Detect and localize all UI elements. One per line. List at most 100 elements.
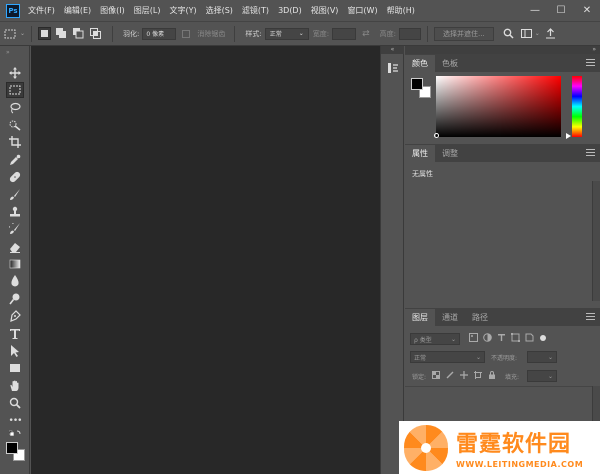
style-select[interactable]: 正常 ⌄ (264, 27, 309, 40)
menu-layer[interactable]: 图层(L) (134, 5, 161, 16)
gradient-tool-icon[interactable] (6, 256, 24, 272)
intersect-selection-icon[interactable] (89, 27, 102, 40)
menu-edit[interactable]: 编辑(E) (64, 5, 91, 16)
lock-all-icon[interactable] (488, 371, 496, 379)
subtract-selection-icon[interactable] (72, 27, 85, 40)
history-brush-tool-icon[interactable] (6, 221, 24, 237)
workspace-icon[interactable] (520, 27, 534, 41)
healing-brush-tool-icon[interactable] (6, 169, 24, 185)
properties-scrollbar[interactable] (592, 181, 600, 301)
watermark-url: WWW.LEITINGMEDIA.COM (456, 460, 584, 469)
toolbar-collapse-icon[interactable]: » (6, 49, 24, 56)
height-input[interactable] (399, 27, 422, 40)
filter-toggle-icon[interactable] (539, 334, 547, 342)
foreground-color-swatch[interactable] (411, 78, 423, 90)
menu-select[interactable]: 选择(S) (206, 5, 233, 16)
blend-mode-value: 正常 (414, 354, 427, 362)
layer-filter-select[interactable]: ρ 类型 ⌄ (410, 333, 460, 345)
style-label: 样式: (245, 29, 262, 38)
quick-selection-tool-icon[interactable] (6, 117, 24, 133)
close-icon[interactable]: ✕ (574, 0, 600, 21)
eyedropper-tool-icon[interactable] (6, 152, 24, 168)
new-selection-icon[interactable] (38, 27, 52, 40)
tab-properties[interactable]: 属性 (405, 145, 435, 162)
width-input[interactable] (332, 27, 357, 40)
tab-paths[interactable]: 路径 (465, 309, 495, 326)
tab-channels[interactable]: 通道 (435, 309, 465, 326)
hue-slider-handle[interactable] (566, 133, 571, 139)
lock-position-icon[interactable] (460, 371, 468, 379)
path-selection-tool-icon[interactable] (6, 343, 24, 359)
rectangle-tool-icon[interactable] (6, 360, 24, 376)
layer-filter-icons (469, 333, 547, 342)
fill-input[interactable]: ⌄ (527, 370, 557, 382)
type-filter-icon[interactable] (497, 333, 506, 342)
tab-layers[interactable]: 图层 (405, 309, 435, 326)
menu-filter[interactable]: 滤镜(T) (242, 5, 269, 16)
minimize-icon[interactable]: — (522, 0, 548, 21)
hue-slider[interactable] (572, 76, 582, 137)
zoom-tool-icon[interactable] (6, 395, 24, 411)
select-and-mask-button[interactable]: 选择并遮住... (434, 26, 494, 41)
lock-pixels-icon[interactable] (446, 371, 454, 379)
eraser-tool-icon[interactable] (6, 239, 24, 255)
menu-view[interactable]: 视图(V) (311, 5, 339, 16)
expand-panels-icon[interactable]: « (381, 46, 404, 54)
lasso-tool-icon[interactable] (6, 100, 24, 116)
feather-input[interactable]: 0 像素 (142, 27, 177, 40)
chevron-down-icon[interactable]: ⌄ (20, 30, 25, 37)
tab-color[interactable]: 颜色 (405, 55, 435, 72)
menu-image[interactable]: 图像(I) (100, 5, 125, 16)
panel-menu-icon[interactable] (586, 59, 595, 66)
shape-filter-icon[interactable] (511, 333, 520, 342)
panel-menu-icon[interactable] (586, 313, 595, 320)
pen-tool-icon[interactable] (6, 308, 24, 324)
crop-tool-icon[interactable] (6, 134, 24, 150)
color-panel-swatches[interactable] (411, 78, 433, 100)
swap-dimensions-icon[interactable]: ⇄ (362, 29, 370, 39)
menu-type[interactable]: 文字(Y) (169, 5, 196, 16)
brush-tool-icon[interactable] (6, 187, 24, 203)
lock-transparency-icon[interactable] (432, 371, 440, 379)
collapse-panels-icon[interactable]: » (592, 46, 596, 53)
window-controls: — ☐ ✕ (522, 0, 600, 21)
collapse-panels-bar[interactable]: » (405, 46, 600, 54)
more-tools-icon[interactable]: ••• (6, 413, 24, 429)
swap-colors-icon[interactable] (6, 429, 24, 439)
menu-3d[interactable]: 3D(D) (278, 6, 302, 15)
maximize-icon[interactable]: ☐ (548, 0, 574, 21)
document-canvas[interactable] (31, 46, 380, 474)
smart-object-filter-icon[interactable] (525, 333, 534, 342)
menu-help[interactable]: 帮助(H) (387, 5, 415, 16)
blur-tool-icon[interactable] (6, 273, 24, 289)
chevron-down-icon[interactable]: ⌄ (535, 30, 540, 37)
lock-artboard-icon[interactable] (474, 371, 482, 379)
pixel-filter-icon[interactable] (469, 333, 478, 342)
tab-adjustments[interactable]: 调整 (435, 145, 465, 162)
tab-swatches[interactable]: 色板 (435, 55, 465, 72)
marquee-preset-icon[interactable] (4, 27, 18, 41)
hand-tool-icon[interactable] (6, 378, 24, 394)
type-tool-icon[interactable] (6, 326, 24, 342)
dodge-tool-icon[interactable] (6, 291, 24, 307)
layers-panel-header: 图层 通道 路径 (405, 308, 600, 326)
menu-file[interactable]: 文件(F) (28, 5, 55, 16)
rectangular-marquee-tool-icon[interactable] (6, 82, 24, 98)
menu-window[interactable]: 窗口(W) (347, 5, 377, 16)
adjustment-filter-icon[interactable] (483, 333, 492, 342)
separator (427, 25, 429, 42)
foreground-color-swatch[interactable] (6, 442, 18, 454)
share-icon[interactable] (544, 27, 558, 41)
color-picker-cursor[interactable] (434, 133, 439, 138)
add-selection-icon[interactable] (55, 27, 68, 40)
history-panel-icon[interactable] (387, 62, 399, 74)
clone-stamp-tool-icon[interactable] (6, 204, 24, 220)
antialias-checkbox[interactable] (182, 29, 191, 38)
blend-mode-select[interactable]: 正常 ⌄ (410, 351, 485, 363)
opacity-input[interactable]: ⌄ (527, 351, 557, 363)
color-swatches[interactable] (6, 442, 26, 462)
search-icon[interactable] (502, 27, 516, 41)
move-tool-icon[interactable] (6, 65, 24, 81)
panel-menu-icon[interactable] (586, 149, 595, 156)
color-picker-field[interactable] (436, 76, 561, 137)
